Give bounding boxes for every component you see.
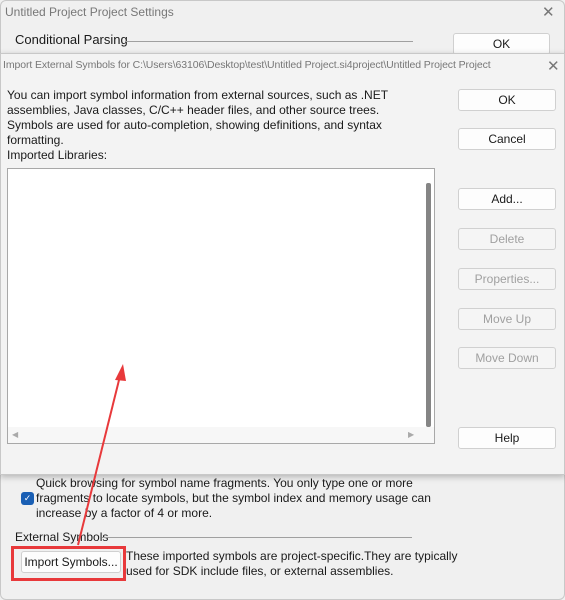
annotation-arrow bbox=[77, 364, 126, 546]
arrow-head-icon bbox=[115, 364, 126, 381]
arrow-line bbox=[77, 371, 122, 546]
